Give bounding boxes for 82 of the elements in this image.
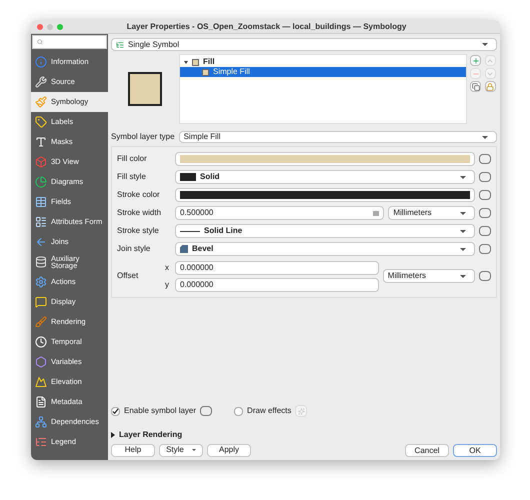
document-icon — [35, 396, 47, 408]
bevel-icon — [180, 245, 188, 253]
axis-label: y — [165, 278, 170, 290]
search-icon — [37, 39, 43, 45]
check-icon — [112, 408, 119, 414]
style-dropdown[interactable]: Solid — [175, 170, 475, 184]
color-button[interactable] — [175, 188, 475, 202]
dialog-button[interactable]: Help — [111, 444, 155, 456]
wrench-icon — [35, 76, 47, 88]
renderer-dropdown[interactable]: Single Symbol — [111, 38, 497, 51]
zoom-button[interactable] — [57, 24, 63, 30]
checkbox[interactable] — [234, 406, 244, 416]
table-icon — [35, 196, 47, 208]
menu-button[interactable]: Style — [159, 444, 203, 456]
fill-swatch-icon — [192, 58, 199, 66]
dropdown-arrow-icon — [482, 136, 488, 138]
tree-item[interactable]: Fill — [180, 57, 466, 67]
clock-icon — [35, 336, 47, 348]
paintbrush-icon — [35, 96, 47, 108]
search-field[interactable] — [32, 35, 107, 49]
window-title: Layer Properties - OS_Open_Zoomstack — local_buildings — Symbology — [126, 20, 408, 32]
cube-icon — [35, 156, 47, 168]
axis-label: x — [165, 262, 170, 274]
symbol-layer-type-dropdown[interactable]: Simple Fill — [178, 131, 497, 143]
field-label: Fill color — [117, 153, 148, 165]
lock-button[interactable] — [484, 81, 496, 92]
dropdown-arrow-icon — [460, 248, 466, 250]
close-button[interactable] — [37, 24, 43, 30]
pie-chart-icon — [35, 176, 47, 188]
tree-item[interactable]: Simple Fill — [180, 67, 466, 77]
line-icon — [180, 230, 200, 232]
dropdown-arrow-icon — [460, 230, 466, 232]
dialog-button[interactable]: Apply — [207, 444, 251, 456]
number-field[interactable]: 0.000000 — [175, 278, 379, 292]
style-dropdown[interactable]: Solid Line — [175, 224, 475, 238]
tag-icon — [35, 116, 47, 128]
field-label: Join style — [117, 243, 152, 255]
form-icon — [35, 216, 47, 228]
number-field[interactable]: 0.500000 — [175, 206, 384, 220]
text-icon — [35, 136, 47, 148]
field-label: Offset — [117, 270, 140, 282]
dialog-button[interactable]: Cancel — [405, 444, 449, 456]
dropdown-arrow-icon — [460, 274, 466, 278]
unit-dropdown[interactable]: Millimeters — [388, 206, 475, 220]
info-icon — [35, 56, 47, 68]
symbol-layer-tree[interactable]: Fill Simple Fill — [179, 54, 467, 124]
number-field[interactable]: 0.000000 — [175, 260, 379, 274]
color-button[interactable] — [175, 152, 475, 166]
hexagon-icon — [35, 356, 47, 368]
style-dropdown[interactable]: Bevel — [175, 242, 475, 256]
field-label: Stroke style — [117, 225, 160, 237]
list-icon — [35, 436, 47, 448]
network-icon — [35, 416, 47, 428]
dropdown-arrow-icon — [460, 212, 466, 214]
field-label: Fill style — [117, 171, 147, 183]
add-layer-button[interactable] — [470, 55, 481, 66]
unit-dropdown[interactable]: Millimeters — [382, 269, 475, 283]
gear-icon — [35, 276, 47, 288]
star-icon — [298, 408, 305, 414]
field-label: Stroke width — [117, 207, 162, 219]
copy-icon — [472, 82, 480, 90]
dropdown-arrow-icon — [482, 43, 488, 46]
expand-arrow-icon[interactable] — [184, 60, 188, 64]
list-icon — [116, 40, 124, 48]
field-label: Stroke color — [117, 189, 161, 201]
mountain-icon — [35, 376, 47, 388]
checkbox-label: Enable symbol layer — [124, 405, 196, 417]
checkbox[interactable] — [111, 406, 120, 416]
duplicate-button[interactable] — [470, 81, 481, 92]
arrow-icon — [35, 236, 47, 248]
layer-rendering-toggle[interactable]: Layer Rendering — [111, 428, 497, 442]
plus-icon — [472, 56, 480, 64]
speech-bubble-icon — [35, 296, 47, 308]
checkbox-label: Draw effects — [247, 405, 292, 417]
brush-icon — [35, 316, 47, 328]
dropdown-arrow-icon — [460, 176, 466, 178]
fill-swatch-icon — [202, 68, 209, 76]
field-label: Symbol layer type — [111, 131, 175, 143]
dropdown-arrow-icon — [192, 449, 196, 451]
dialog-button[interactable]: OK — [453, 444, 497, 456]
database-icon — [35, 256, 47, 268]
lock-icon — [486, 82, 494, 90]
